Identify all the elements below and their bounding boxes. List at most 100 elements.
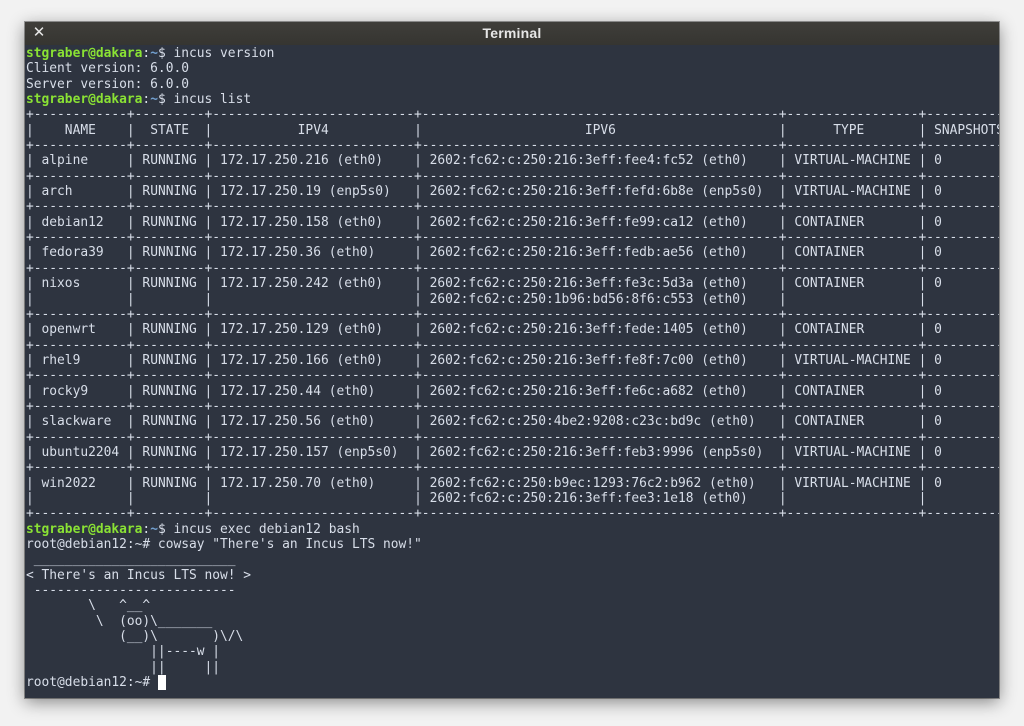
table-separator: +------------+---------+----------------… (26, 460, 999, 475)
table-row: | | | | 2602:fc62:c:250:1b96:bd56:8f6:c5… (26, 292, 999, 307)
cell-type: CONTAINER (787, 414, 919, 429)
prompt-user-host: stgraber@dakara (26, 46, 142, 61)
terminal-window: ✕ Terminal stgraber@dakara:~$ incus vers… (25, 22, 999, 698)
cell-ipv4: 172.17.250.44 (eth0) (212, 384, 414, 399)
table-header-cell: IPV4 (212, 123, 414, 138)
cell-snapshots: 0 (926, 153, 999, 168)
cell-snapshots: 0 (926, 384, 999, 399)
cell-type: CONTAINER (787, 245, 919, 260)
output-line: Server version: 6.0.0 (26, 77, 999, 92)
table-separator: +------------+---------+----------------… (26, 338, 999, 353)
cell-name (34, 491, 127, 506)
table-separator: +------------+---------+----------------… (26, 430, 999, 445)
cell-ipv6: 2602:fc62:c:250:216:3eff:fee3:1e18 (eth0… (422, 491, 779, 506)
terminal-output[interactable]: stgraber@dakara:~$ incus versionClient v… (25, 46, 999, 698)
cell-ipv6: 2602:fc62:c:250:216:3eff:feb3:9996 (enp5… (422, 445, 779, 460)
table-separator: +------------+---------+----------------… (26, 307, 999, 322)
cell-ipv6: 2602:fc62:c:250:4be2:9208:c23c:bd9c (eth… (422, 414, 779, 429)
cell-ipv6: 2602:fc62:c:250:1b96:bd56:8f6:c553 (eth0… (422, 292, 779, 307)
cell-type: VIRTUAL-MACHINE (787, 476, 919, 491)
cell-ipv6: 2602:fc62:c:250:216:3eff:fee4:fc52 (eth0… (422, 153, 779, 168)
cell-ipv4: 172.17.250.158 (eth0) (212, 215, 414, 230)
table-header-cell: IPV6 (422, 123, 779, 138)
table-separator: +------------+---------+----------------… (26, 169, 999, 184)
cell-ipv4: 172.17.250.157 (enp5s0) (212, 445, 414, 460)
cell-ipv6: 2602:fc62:c:250:216:3eff:fefd:6b8e (enp5… (422, 184, 779, 199)
cell-ipv4: 172.17.250.166 (eth0) (212, 353, 414, 368)
cell-type: CONTAINER (787, 322, 919, 337)
command-line: stgraber@dakara:~$ incus exec debian12 b… (26, 522, 999, 537)
table-row: | arch | RUNNING | 172.17.250.19 (enp5s0… (26, 184, 999, 199)
table-separator: +------------+---------+----------------… (26, 230, 999, 245)
cell-name: rhel9 (34, 353, 127, 368)
cell-ipv4: 172.17.250.70 (eth0) (212, 476, 414, 491)
table-separator: +------------+---------+----------------… (26, 107, 999, 122)
table-header-cell: SNAPSHOTS (926, 123, 999, 138)
final-prompt: root@debian12:~# (26, 675, 158, 690)
table-header-cell: NAME (34, 123, 127, 138)
output-line: root@debian12:~# cowsay "There's an Incu… (26, 537, 999, 552)
table-row: | fedora39 | RUNNING | 172.17.250.36 (et… (26, 245, 999, 260)
cell-type: VIRTUAL-MACHINE (787, 153, 919, 168)
cell-name: arch (34, 184, 127, 199)
command-text: incus version (173, 46, 274, 61)
cell-snapshots (926, 292, 999, 307)
command-text: incus list (173, 92, 251, 107)
cell-state: RUNNING (135, 353, 205, 368)
table-separator: +------------+---------+----------------… (26, 261, 999, 276)
table-row: | slackware | RUNNING | 172.17.250.56 (e… (26, 414, 999, 429)
cell-name (34, 292, 127, 307)
cell-snapshots (926, 491, 999, 506)
table-row: | alpine | RUNNING | 172.17.250.216 (eth… (26, 153, 999, 168)
table-row: | | | | 2602:fc62:c:250:216:3eff:fee3:1e… (26, 491, 999, 506)
prompt-path: ~ (150, 92, 158, 107)
cell-name: ubuntu2204 (34, 445, 127, 460)
cell-state: RUNNING (135, 215, 205, 230)
title-bar[interactable]: ✕ Terminal (25, 22, 999, 45)
cell-type: CONTAINER (787, 276, 919, 291)
output-line: ||----w | (26, 644, 999, 659)
cell-state: RUNNING (135, 184, 205, 199)
table-separator: +------------+---------+----------------… (26, 199, 999, 214)
cell-ipv4: 172.17.250.56 (eth0) (212, 414, 414, 429)
table-separator: +------------+---------+----------------… (26, 399, 999, 414)
final-prompt-line: root@debian12:~# (26, 675, 999, 690)
cell-ipv4: 172.17.250.242 (eth0) (212, 276, 414, 291)
cell-ipv4 (212, 491, 414, 506)
cell-snapshots: 0 (926, 245, 999, 260)
output-line: < There's an Incus LTS now! > (26, 568, 999, 583)
command-text: incus exec debian12 bash (173, 522, 359, 537)
cell-type (787, 491, 919, 506)
table-separator: +------------+---------+----------------… (26, 138, 999, 153)
cell-state (135, 292, 205, 307)
output-line: -------------------------- (26, 583, 999, 598)
cell-name: rocky9 (34, 384, 127, 399)
cell-name: fedora39 (34, 245, 127, 260)
prompt-sigil: $ (158, 522, 174, 537)
cell-state: RUNNING (135, 384, 205, 399)
cell-snapshots: 0 (926, 414, 999, 429)
prompt-sigil: $ (158, 92, 174, 107)
table-header-cell: STATE (135, 123, 205, 138)
table-row: | ubuntu2204 | RUNNING | 172.17.250.157 … (26, 445, 999, 460)
cell-snapshots: 0 (926, 276, 999, 291)
cell-snapshots: 0 (926, 353, 999, 368)
cell-state: RUNNING (135, 476, 205, 491)
cell-name: slackware (34, 414, 127, 429)
cell-state (135, 491, 205, 506)
cell-name: alpine (34, 153, 127, 168)
cell-type: CONTAINER (787, 215, 919, 230)
cell-type: VIRTUAL-MACHINE (787, 184, 919, 199)
cell-name: openwrt (34, 322, 127, 337)
table-separator: +------------+---------+----------------… (26, 506, 999, 521)
cell-ipv6: 2602:fc62:c:250:216:3eff:fede:1405 (eth0… (422, 322, 779, 337)
cell-name: debian12 (34, 215, 127, 230)
cell-ipv4: 172.17.250.19 (enp5s0) (212, 184, 414, 199)
table-row: | debian12 | RUNNING | 172.17.250.158 (e… (26, 215, 999, 230)
table-header-cell: TYPE (787, 123, 919, 138)
cell-state: RUNNING (135, 245, 205, 260)
cell-type: VIRTUAL-MACHINE (787, 353, 919, 368)
cell-snapshots: 0 (926, 445, 999, 460)
cell-snapshots: 0 (926, 215, 999, 230)
output-line: \ ^__^ (26, 598, 999, 613)
